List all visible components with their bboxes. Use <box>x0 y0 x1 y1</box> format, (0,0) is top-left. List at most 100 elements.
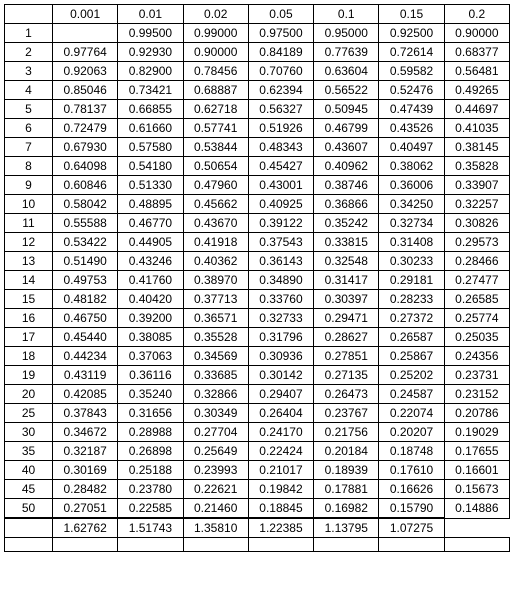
cell: 0.26404 <box>248 404 313 423</box>
cell: 0.27372 <box>379 309 444 328</box>
header-row: 0.001 0.01 0.02 0.05 0.1 0.15 0.2 <box>5 5 510 24</box>
cell: 0.44697 <box>444 100 509 119</box>
cell: 0.51926 <box>248 119 313 138</box>
cell: 0.32187 <box>53 442 118 461</box>
cell: 0.36571 <box>183 309 248 328</box>
row-label: 35 <box>5 442 53 461</box>
cell: 0.32548 <box>314 252 379 271</box>
cell: 0.30349 <box>183 404 248 423</box>
cell: 0.33685 <box>183 366 248 385</box>
cell: 0.26473 <box>314 385 379 404</box>
cell: 0.41760 <box>118 271 183 290</box>
footer-cell <box>5 538 53 552</box>
cell: 0.30397 <box>314 290 379 309</box>
footer-cell <box>314 538 379 552</box>
row-label: 13 <box>5 252 53 271</box>
cell: 0.73421 <box>118 81 183 100</box>
row-label: 9 <box>5 176 53 195</box>
cell: 0.43526 <box>379 119 444 138</box>
table-row: 60.724790.616600.577410.519260.467990.43… <box>5 119 510 138</box>
cell: 0.66855 <box>118 100 183 119</box>
cell: 0.58042 <box>53 195 118 214</box>
row-label: 14 <box>5 271 53 290</box>
cell: 0.56522 <box>314 81 379 100</box>
cell: 0.62718 <box>183 100 248 119</box>
cell: 0.29181 <box>379 271 444 290</box>
cell: 0.26587 <box>379 328 444 347</box>
cell: 0.34250 <box>379 195 444 214</box>
summary-cell: 1.62762 <box>53 518 118 538</box>
cell: 0.34569 <box>183 347 248 366</box>
cell: 0.23731 <box>444 366 509 385</box>
cell: 0.24587 <box>379 385 444 404</box>
cell: 0.57741 <box>183 119 248 138</box>
cell: 0.43246 <box>118 252 183 271</box>
cell: 0.16626 <box>379 480 444 499</box>
cell: 0.25202 <box>379 366 444 385</box>
cell: 0.28482 <box>53 480 118 499</box>
cell: 0.35240 <box>118 385 183 404</box>
cell: 0.30233 <box>379 252 444 271</box>
cell: 0.41918 <box>183 233 248 252</box>
cell: 0.31796 <box>248 328 313 347</box>
cell: 0.56481 <box>444 62 509 81</box>
summary-cell: 1.13795 <box>314 518 379 538</box>
col-header: 0.1 <box>314 5 379 24</box>
cell: 0.19842 <box>248 480 313 499</box>
cell: 0.17655 <box>444 442 509 461</box>
cell: 0.37063 <box>118 347 183 366</box>
cell: 0.17881 <box>314 480 379 499</box>
cell: 0.32734 <box>379 214 444 233</box>
table-row: 130.514900.432460.403620.361430.325480.3… <box>5 252 510 271</box>
table-row: 80.640980.541800.506540.454270.409620.38… <box>5 157 510 176</box>
cell: 0.72614 <box>379 43 444 62</box>
cell: 0.32866 <box>183 385 248 404</box>
cell: 0.32257 <box>444 195 509 214</box>
row-label: 50 <box>5 499 53 519</box>
cell: 0.92063 <box>53 62 118 81</box>
cell: 0.25867 <box>379 347 444 366</box>
cell: 0.47439 <box>379 100 444 119</box>
cell: 0.28627 <box>314 328 379 347</box>
row-label: 30 <box>5 423 53 442</box>
row-label: 2 <box>5 43 53 62</box>
table-row: 140.497530.417600.389700.348900.314170.2… <box>5 271 510 290</box>
footer-row <box>5 538 510 552</box>
cell: 0.43670 <box>183 214 248 233</box>
cell: 0.39122 <box>248 214 313 233</box>
cell: 0.50945 <box>314 100 379 119</box>
table-row: 180.442340.370630.345690.309360.278510.2… <box>5 347 510 366</box>
cell: 0.40962 <box>314 157 379 176</box>
cell: 0.53844 <box>183 138 248 157</box>
cell: 0.53422 <box>53 233 118 252</box>
cell: 0.67930 <box>53 138 118 157</box>
cell: 0.77639 <box>314 43 379 62</box>
cell: 0.78137 <box>53 100 118 119</box>
footer-cell <box>53 538 118 552</box>
cell: 0.60846 <box>53 176 118 195</box>
cell: 0.28466 <box>444 252 509 271</box>
cell: 0.39200 <box>118 309 183 328</box>
cell: 0.45440 <box>53 328 118 347</box>
cell: 0.31417 <box>314 271 379 290</box>
cell: 0.27051 <box>53 499 118 519</box>
cell: 0.38746 <box>314 176 379 195</box>
cell: 0.30826 <box>444 214 509 233</box>
cell: 0.36866 <box>314 195 379 214</box>
summary-row: 1.627621.517431.358101.223851.137951.072… <box>5 518 510 538</box>
cell: 0.56327 <box>248 100 313 119</box>
cell: 0.85046 <box>53 81 118 100</box>
table-row: 160.467500.392000.365710.327330.294710.2… <box>5 309 510 328</box>
cell: 0.99500 <box>118 24 183 43</box>
row-label: 19 <box>5 366 53 385</box>
cell: 0.49753 <box>53 271 118 290</box>
col-header: 0.001 <box>53 5 118 24</box>
cell: 0.43607 <box>314 138 379 157</box>
cell: 0.29573 <box>444 233 509 252</box>
cell: 0.64098 <box>53 157 118 176</box>
cell: 0.30936 <box>248 347 313 366</box>
cell: 0.51490 <box>53 252 118 271</box>
cell: 0.18939 <box>314 461 379 480</box>
cell: 0.78456 <box>183 62 248 81</box>
cell: 0.95000 <box>314 24 379 43</box>
